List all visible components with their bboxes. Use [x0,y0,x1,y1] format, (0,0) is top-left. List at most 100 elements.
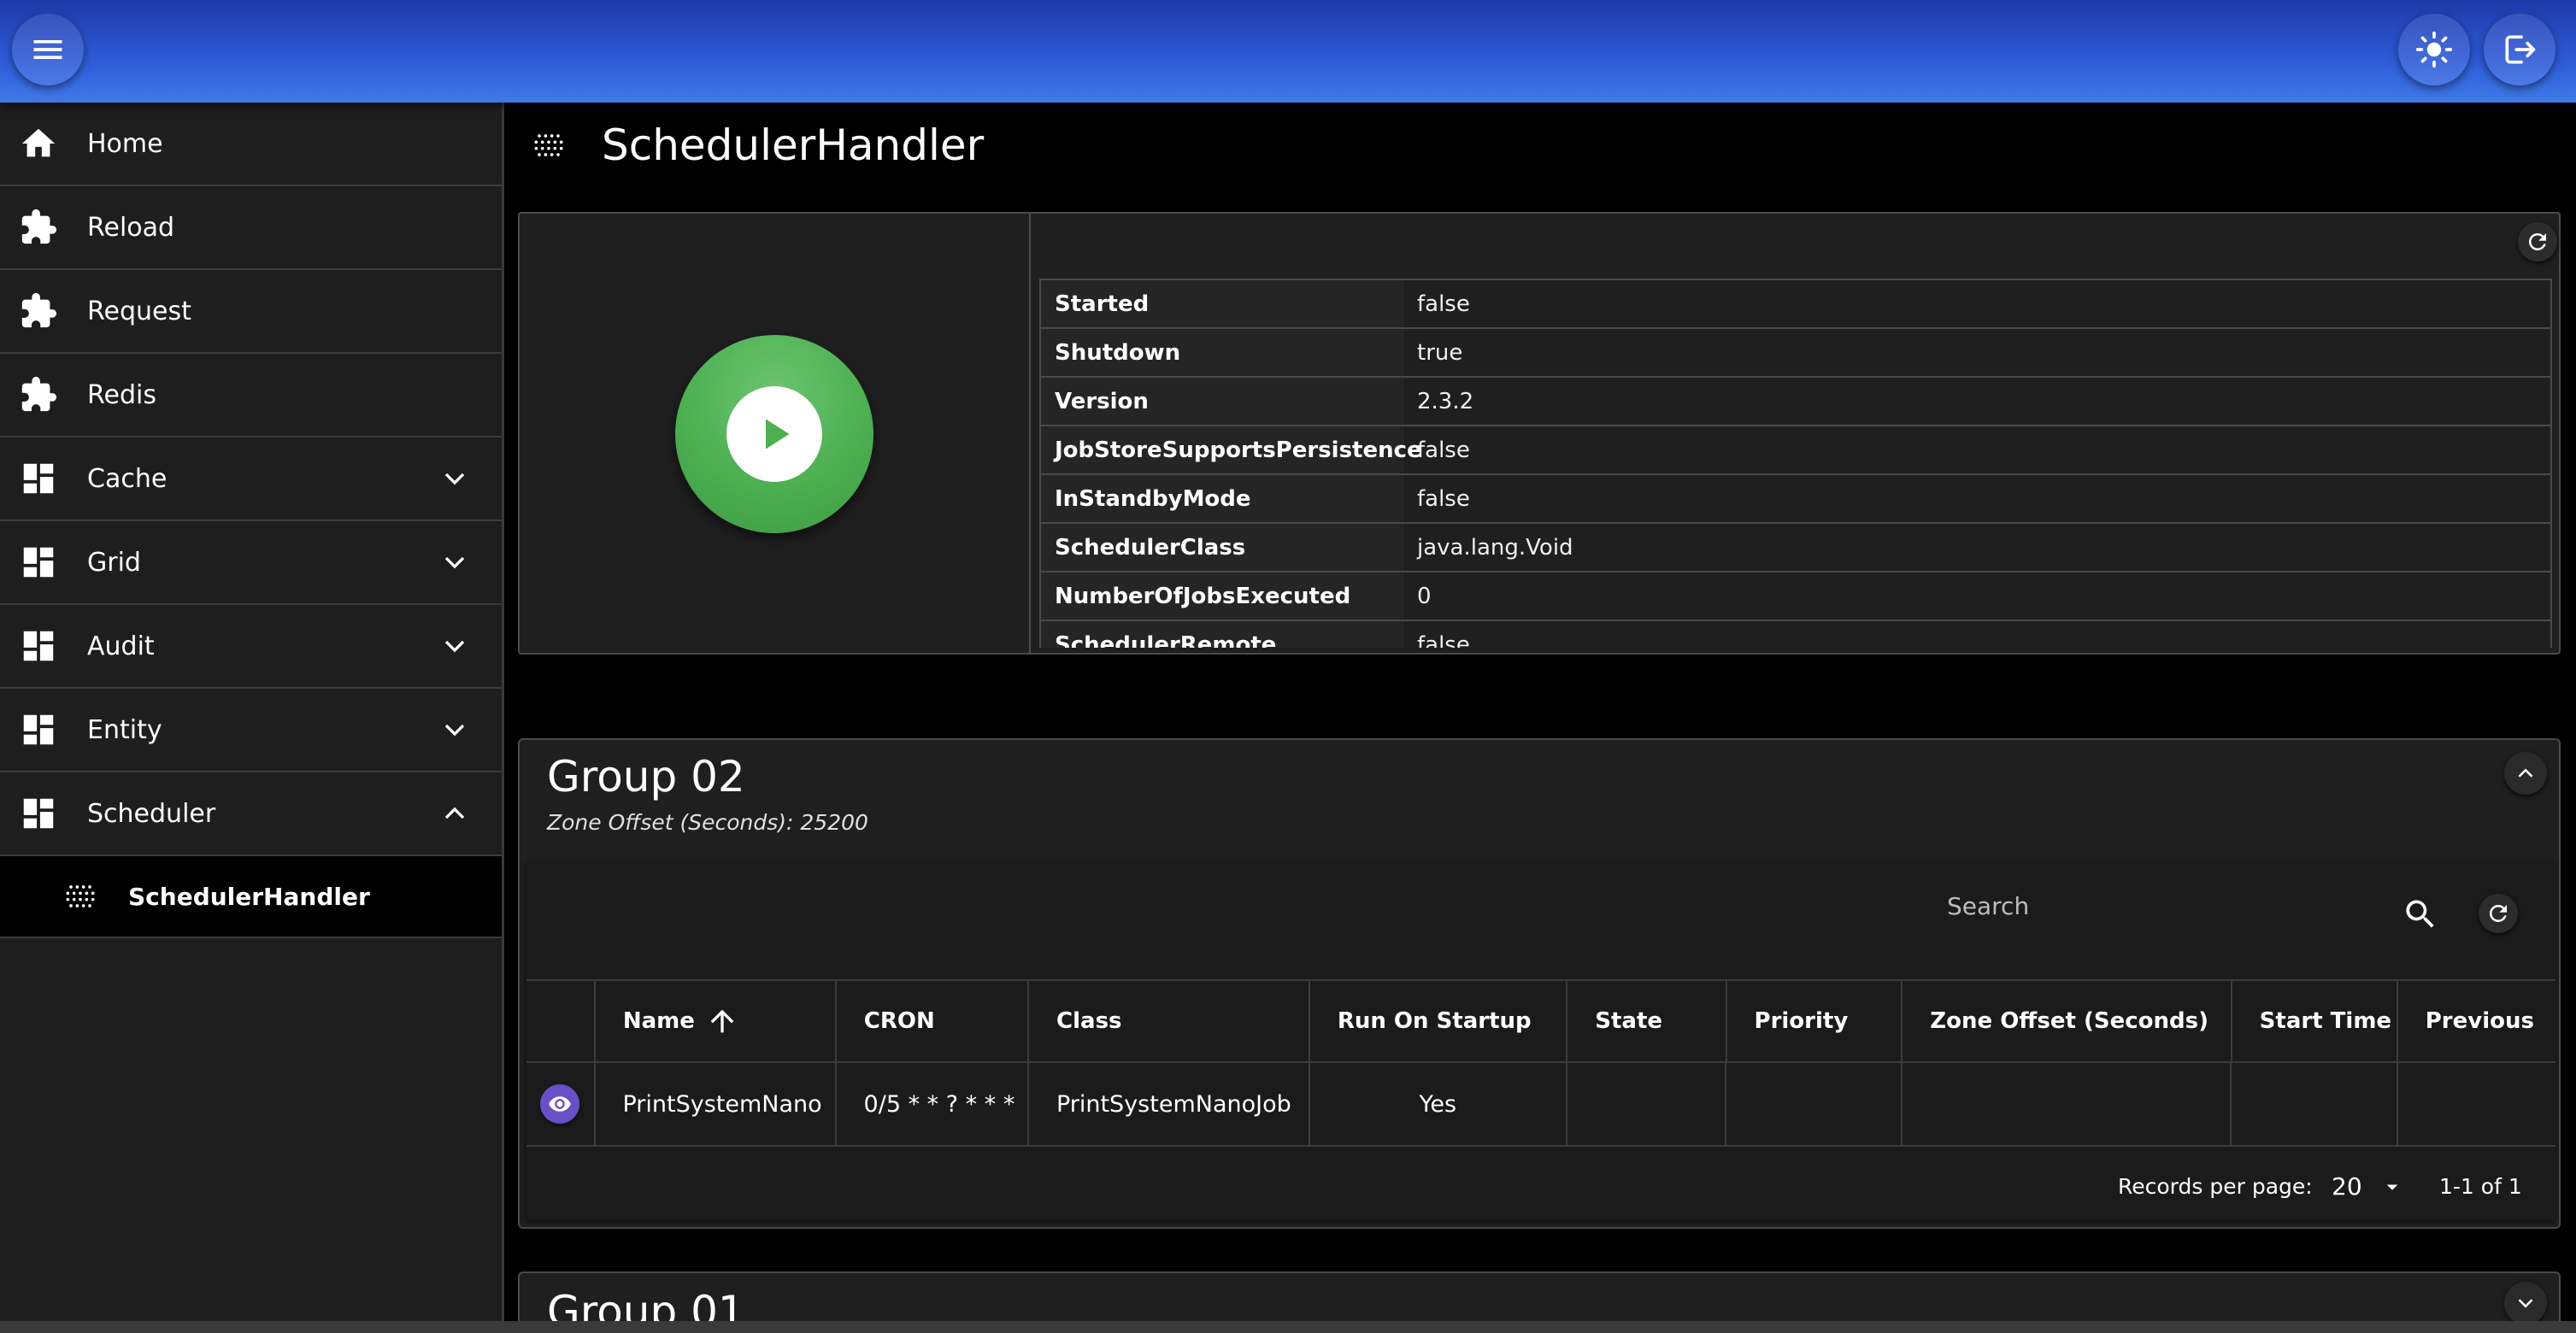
horizontal-scrollbar[interactable] [0,1321,2576,1333]
property-key: InStandbyMode [1041,475,1403,522]
column-header-previous[interactable]: Previous [2398,981,2555,1061]
property-key: NumberOfJobsExecuted [1041,573,1403,620]
page-header: SchedulerHandler [530,111,984,179]
dashboard-icon [23,798,54,829]
refresh-icon [2529,233,2546,250]
puzzle-icon [21,376,57,412]
sidebar-item-schedulerhandler[interactable]: SchedulerHandler [0,856,502,938]
column-header-run-on-startup[interactable]: Run On Startup [1310,981,1568,1061]
sidebar-item-label: Grid [87,547,141,578]
pagination-range: 1-1 of 1 [2439,1174,2522,1199]
sidebar-item-scheduler[interactable]: Scheduler [0,772,502,856]
play-circle [726,386,822,482]
puzzle-icon [21,208,57,244]
expand-group-button[interactable] [2504,1282,2547,1324]
sidebar-item-label: Audit [87,631,155,661]
sidebar-item-label: Redis [87,379,156,410]
sidebar-item-entity[interactable]: Entity [0,689,502,772]
sidebar-item-request[interactable]: Request [0,270,502,354]
column-header-name[interactable]: Name [596,981,837,1061]
scheduler-properties-table: Started false Shutdown true Version 2.3.2 J… [1039,279,2552,648]
chevron-down-icon [444,640,465,653]
property-value: 0 [1417,583,1432,609]
page-title: SchedulerHandler [602,120,985,170]
sidebar-item-grid[interactable]: Grid [0,521,502,605]
property-row: Shutdown true [1041,329,2550,378]
control-pane [520,214,1031,653]
column-header-zone-offset[interactable]: Zone Offset (Seconds) [1903,981,2232,1061]
records-per-page-label: Records per page: [2118,1174,2313,1199]
property-key: SchedulerClass [1041,524,1403,571]
property-value: java.lang.Void [1417,534,1573,561]
scheduler-status-card: Started false Shutdown true Version 2.3.2 J… [518,212,2561,655]
jobs-table-container: Search Name CRON Class Run On Startup St… [526,861,2555,1220]
dashboard-icon [23,547,54,578]
property-key: Version [1041,378,1403,425]
sidebar-item-redis[interactable]: Redis [0,354,502,437]
sidebar-item-cache[interactable]: Cache [0,437,502,521]
start-scheduler-button[interactable] [675,335,873,533]
property-row: InStandbyMode false [1041,475,2550,524]
sidebar-sub-item-label: SchedulerHandler [128,882,370,911]
cell-start-time [2232,1063,2398,1145]
sidebar-item-label: Reload [87,212,175,243]
eye-icon [549,1096,571,1112]
column-header-state[interactable]: State [1567,981,1727,1061]
chevron-down-icon [444,724,465,737]
property-key: Started [1041,280,1403,327]
column-header-label: Name [622,1008,695,1034]
property-row: JobStoreSupportsPersistence false [1041,426,2550,475]
cell-previous [2398,1063,2555,1145]
property-value: false [1417,485,1470,512]
dashboard-icon [23,631,54,661]
property-value: true [1417,339,1463,366]
property-row: SchedulerRemote false [1041,621,2550,648]
sidebar-item-label: Home [87,128,163,159]
search-icon[interactable] [2402,896,2439,933]
sidebar-item-reload[interactable]: Reload [0,186,502,270]
column-header-class[interactable]: Class [1029,981,1310,1061]
jobs-table: Name CRON Class Run On Startup State Pri… [526,979,2555,1147]
view-job-button[interactable] [540,1084,579,1124]
property-value: false [1417,631,1470,649]
column-header-cron[interactable]: CRON [837,981,1030,1061]
sidebar-item-label: Entity [87,714,162,745]
group-subtitle: Zone Offset (Seconds): 25200 [547,810,868,835]
dashboard-icon [23,463,54,494]
column-header-priority[interactable]: Priority [1727,981,1903,1061]
sidebar-item-audit[interactable]: Audit [0,605,502,689]
table-header-row: Name CRON Class Run On Startup State Pri… [526,979,2555,1063]
sidebar-item-label: Cache [87,463,168,494]
cell-cron: 0/5 * * ? * * * [837,1063,1029,1145]
property-key: Shutdown [1041,329,1403,376]
collapse-group-button[interactable] [2504,752,2547,795]
sort-ascending-icon [710,1009,734,1033]
chevron-up-icon [444,807,465,819]
property-value: 2.3.2 [1417,388,1474,414]
group-02-card: Group 02 Zone Offset (Seconds): 25200 Se… [518,738,2561,1229]
table-pagination: Records per page: 20 1-1 of 1 [526,1150,2555,1220]
table-row: PrintSystemNano 0/5 * * ? * * * PrintSys… [526,1063,2555,1147]
app-bar [0,0,2576,103]
theme-toggle-button[interactable] [2398,14,2470,85]
chevron-down-icon [2518,1299,2533,1308]
chevron-down-icon [444,473,465,485]
sidebar-item-label: Request [87,296,191,326]
records-per-page-select[interactable]: 20 [2332,1172,2362,1201]
dropdown-arrow-icon[interactable] [2379,1174,2405,1200]
refresh-status-button[interactable] [2518,222,2557,261]
property-key: SchedulerRemote [1041,621,1403,648]
logout-button[interactable] [2484,14,2555,85]
menu-button[interactable] [12,14,84,85]
sidebar-item-home[interactable]: Home [0,103,502,186]
group-title: Group 02 [547,752,745,802]
hamburger-icon [33,40,62,59]
column-header-action [526,981,596,1061]
play-icon [766,419,790,449]
column-header-start-time[interactable]: Start Time [2232,981,2398,1061]
refresh-table-button[interactable] [2479,894,2518,933]
logout-icon [2505,35,2536,64]
property-value: false [1417,291,1470,317]
search-input[interactable]: Search [1947,892,2029,920]
sidebar-item-label: Scheduler [87,798,216,829]
